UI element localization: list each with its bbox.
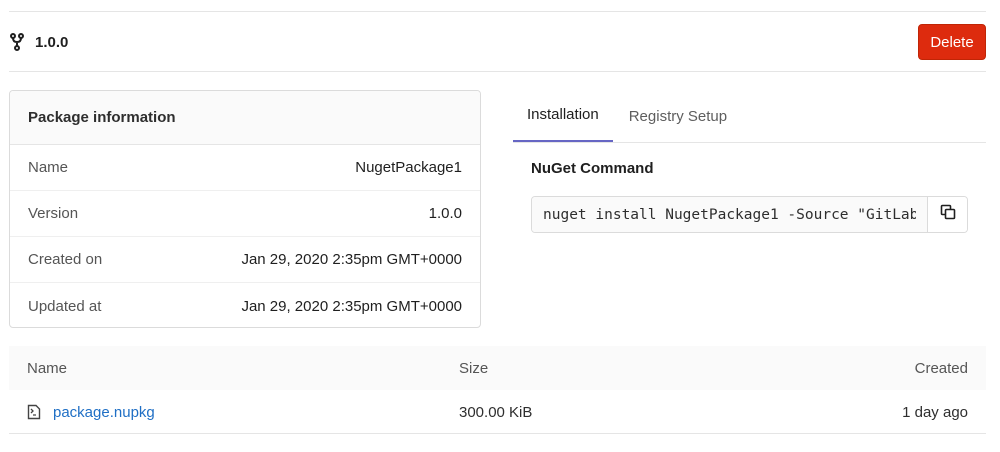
- tab-registry-setup[interactable]: Registry Setup: [615, 90, 741, 142]
- file-archive-icon: [27, 404, 41, 420]
- info-row-updated: Updated at Jan 29, 2020 2:35pm GMT+0000: [10, 283, 480, 327]
- info-row-name: Name NugetPackage1: [10, 145, 480, 191]
- info-label: Created on: [28, 251, 103, 268]
- file-name-cell: package.nupkg: [27, 390, 155, 434]
- column-header-size: Size: [459, 359, 489, 377]
- package-information-card: Package information Name NugetPackage1 V…: [9, 90, 481, 328]
- table-row: package.nupkg 300.00 KiB 1 day ago: [9, 390, 986, 434]
- fork-icon: [9, 33, 25, 51]
- package-version: 1.0.0: [9, 33, 68, 51]
- info-label: Version: [28, 205, 79, 222]
- nuget-command-box: [531, 196, 968, 233]
- info-value: Jan 29, 2020 2:35pm GMT+0000: [241, 251, 462, 268]
- installation-tabs: Installation Registry Setup: [513, 90, 986, 143]
- column-header-name: Name: [27, 359, 68, 377]
- file-name: package.nupkg: [53, 403, 155, 421]
- copy-command-button[interactable]: [927, 197, 967, 232]
- card-title: Package information: [10, 91, 480, 145]
- file-created: 1 day ago: [902, 403, 968, 421]
- files-table-header: Name Size Created: [9, 346, 986, 390]
- info-label: Updated at: [28, 297, 102, 315]
- file-download-link[interactable]: package.nupkg: [27, 404, 155, 421]
- tab-installation[interactable]: Installation: [513, 89, 613, 142]
- info-label: Name: [28, 159, 69, 176]
- nuget-command-title: NuGet Command: [531, 160, 654, 177]
- info-value: NugetPackage1: [355, 159, 462, 176]
- header-divider: [9, 71, 986, 72]
- info-row-version: Version 1.0.0: [10, 191, 480, 237]
- nuget-command-input[interactable]: [532, 197, 927, 232]
- info-value: 1.0.0: [428, 205, 462, 222]
- column-header-created: Created: [914, 359, 968, 377]
- delete-button[interactable]: Delete: [918, 24, 986, 60]
- file-size: 300.00 KiB: [459, 403, 533, 421]
- info-row-created: Created on Jan 29, 2020 2:35pm GMT+0000: [10, 237, 480, 283]
- info-value: Jan 29, 2020 2:35pm GMT+0000: [241, 297, 462, 315]
- version-label: 1.0.0: [35, 33, 69, 51]
- copy-icon: [940, 204, 956, 225]
- package-header: 1.0.0 Delete: [9, 12, 986, 72]
